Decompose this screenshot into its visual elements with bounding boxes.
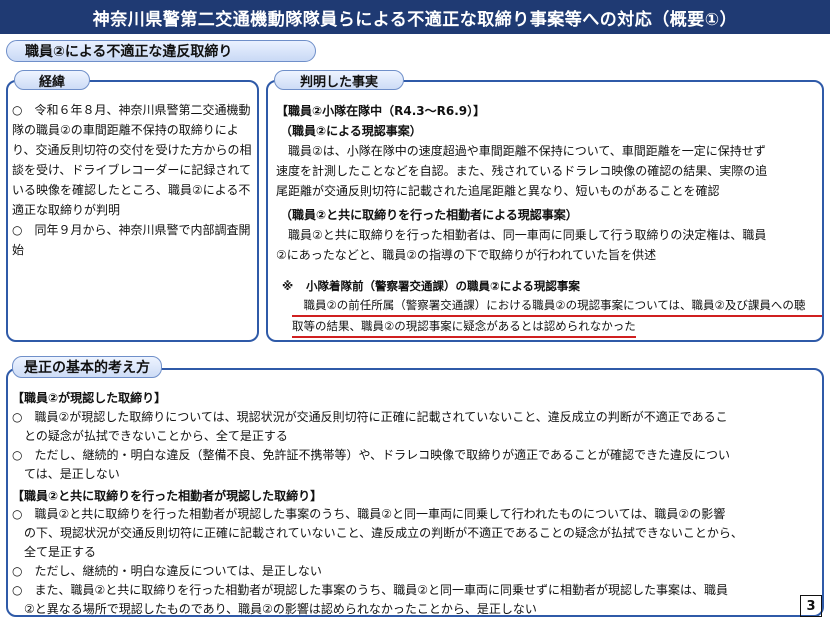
findings-section1-text: 職員②は、小隊在隊中の速度超過や車間距離不保持について、車間距離を一定に保持せず…	[276, 141, 822, 201]
policy-section2-title: 【職員②と共に取締りを行った相勤者が現認した取締り】	[12, 489, 323, 503]
findings-line: 職員②と共に取締りを行った相勤者は、同一車両に同乗して行う取締りの決定権は、職員	[288, 228, 767, 242]
policy-section1-title: 【職員②が現認した取締り】	[12, 391, 167, 405]
findings-section1-title: （職員②による現認事案）	[280, 124, 422, 138]
section-subtitle: 職員②による不適正な違反取締り	[6, 40, 316, 62]
findings-line: 職員②は、小隊在隊中の速度超過や車間距離不保持について、車間距離を一定に保持せず	[288, 144, 766, 158]
policy-line: ○ ただし、継続的・明白な違反（整備不良、免許証不携帯等）や、ドラレコ映像で取締…	[12, 448, 730, 462]
note-text: 職員②の前任所属（警察署交通課）における職員②の現認事案については、職員②及び課…	[292, 296, 822, 338]
background-item: ○ 令和６年８月、神奈川県警第二交通機動隊の職員②の車間距離不保持の取締りにより…	[12, 103, 252, 217]
page-number: 3	[800, 595, 822, 617]
findings-line: 尾距離が交通反則切符に記載された追尾距離と異なり、短いものがあることを確認	[276, 184, 720, 198]
policy-section1-text: ○ 職員②が現認した取締りについては、現認状況が交通反則切符に正確に記載されてい…	[12, 408, 822, 484]
background-text: ○ 令和６年８月、神奈川県警第二交通機動隊の職員②の車間距離不保持の取締りにより…	[12, 100, 254, 260]
policy-line: ○ ただし、継続的・明白な違反については、是正しない	[12, 564, 322, 578]
note-line: 取等の結果、職員②の現認事案に疑念があるとは認められなかった	[292, 317, 636, 338]
note-line: 職員②の前任所属（警察署交通課）における職員②の現認事案については、職員②及び課…	[292, 296, 822, 317]
background-item: ○ 同年９月から、神奈川県警で内部調査開始	[12, 223, 251, 257]
policy-tab: 是正の基本的考え方	[12, 356, 162, 378]
note-mark: ※	[282, 279, 294, 293]
policy-line: との疑念が払拭できないことから、全て是正する	[24, 429, 288, 443]
findings-period: 【職員②小隊在隊中（R4.3～R6.9）】	[276, 104, 486, 118]
note-title: 小隊着隊前（警察署交通課）の職員②による現認事案	[306, 279, 580, 293]
policy-line: の下、現認状況が交通反則切符に正確に記載されていないこと、違反成立の判断が不適正…	[24, 526, 743, 540]
findings-line: ②にあったなどと、職員②の指導の下で取締りが行われていた旨を供述	[276, 248, 657, 262]
policy-line: ○ 職員②が現認した取締りについては、現認状況が交通反則切符に正確に記載されてい…	[12, 410, 728, 424]
policy-line: ○ 職員②と共に取締りを行った相勤者が現認した事案のうち、職員②と同一車両に同乗…	[12, 507, 726, 521]
page-title: 神奈川県警第二交通機動隊隊員らによる不適正な取締り事案等への対応（概要①）	[0, 0, 830, 34]
policy-section2-text: ○ 職員②と共に取締りを行った相勤者が現認した事案のうち、職員②と同一車両に同乗…	[12, 505, 822, 619]
findings-tab: 判明した事実	[274, 70, 404, 90]
findings-section2-title: （職員②と共に取締りを行った相勤者による現認事案）	[280, 208, 578, 222]
policy-line: ○ また、職員②と共に取締りを行った相勤者が現認した事案のうち、職員②と同一車両…	[12, 583, 728, 597]
background-tab: 経緯	[14, 70, 90, 90]
policy-line: ②と異なる場所で現認したものであり、職員②の影響は認められなかったことから、是正…	[24, 602, 537, 616]
findings-line: 速度を計測したことなどを自認。また、残されているドラレコ映像の確認の結果、実際の…	[276, 164, 768, 178]
policy-line: ては、是正しない	[24, 467, 120, 481]
findings-section2-text: 職員②と共に取締りを行った相勤者は、同一車両に同乗して行う取締りの決定権は、職員…	[276, 225, 822, 265]
policy-line: 全て是正する	[24, 545, 97, 559]
